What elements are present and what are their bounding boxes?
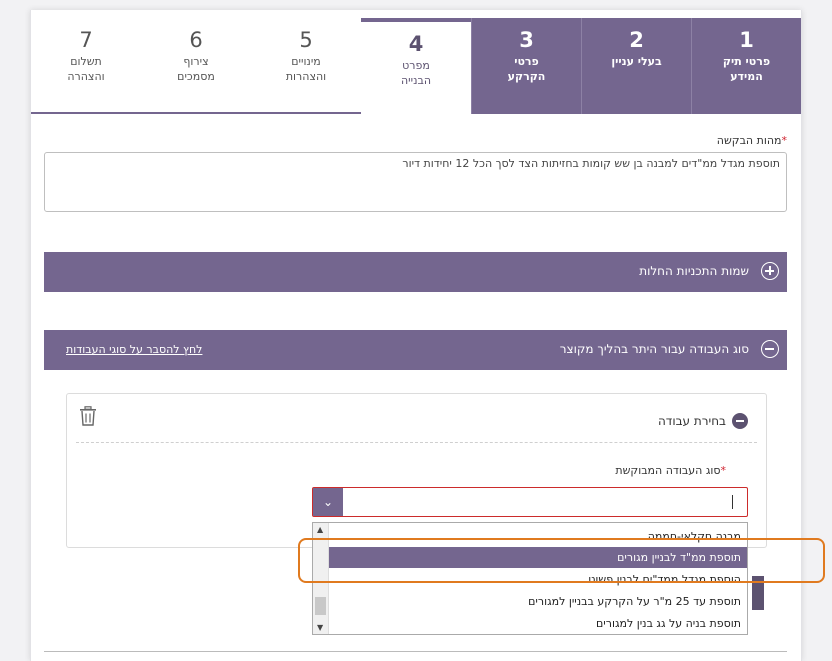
- card-edge: [752, 576, 764, 610]
- scroll-down-icon[interactable]: ▼: [317, 623, 323, 632]
- tab-number: 1: [739, 28, 754, 52]
- plans-section-bar[interactable]: שמות התכניות החלות: [44, 252, 787, 292]
- work-type-section-bar[interactable]: סוג העבודה עבור היתר בהליך מקוצר לחץ להס…: [44, 330, 787, 370]
- tab-number: 5: [299, 28, 313, 52]
- request-label-text: מהות הבקשה: [716, 134, 782, 147]
- tab-documents[interactable]: 6 צירוף מסמכים: [141, 18, 251, 114]
- scroll-up-icon[interactable]: ▲: [317, 525, 323, 534]
- required-mark: *: [720, 464, 727, 477]
- dropdown-option[interactable]: תוספת עד 25 מ"ר על הקרקע בבניין למגורים: [329, 591, 747, 612]
- tab-number: 3: [519, 28, 534, 52]
- plus-circle-icon[interactable]: [761, 262, 779, 280]
- tab-label: פרטי הקרקע: [507, 55, 546, 83]
- tab-building-spec[interactable]: 4 מפרט הבנייה: [361, 18, 471, 114]
- chevron-down-icon[interactable]: ⌄: [313, 488, 343, 516]
- divider: [76, 442, 757, 443]
- dropdown-option-selected[interactable]: תוספת ממ"ד לבניין מגורים: [329, 547, 747, 568]
- wizard-tabs: 7 תשלום והצהרה 6 צירוף מסמכים 5 מינויים …: [31, 18, 801, 114]
- tab-label: מפרט הבנייה: [400, 59, 432, 87]
- request-textarea[interactable]: תוספת מגדל ממ"דים למבנה בן שש קומות בחזי…: [44, 152, 787, 212]
- tab-info-file[interactable]: 1 פרטי תיק המידע: [691, 18, 801, 114]
- tab-label: בעלי עניין: [611, 55, 662, 68]
- scrollbar[interactable]: ▲ ▼: [313, 523, 329, 634]
- tab-label: מינויים והצהרות: [285, 55, 327, 83]
- work-type-select[interactable]: ⌄: [312, 487, 748, 517]
- collapse-icon[interactable]: [732, 413, 748, 429]
- work-type-section-title: סוג העבודה עבור היתר בהליך מקוצר: [559, 342, 749, 356]
- plans-section-title: שמות התכניות החלות: [639, 264, 749, 278]
- tab-number: 4: [408, 32, 424, 56]
- tab-label: פרטי תיק המידע: [722, 55, 771, 83]
- tab-appointments[interactable]: 5 מינויים והצהרות: [251, 18, 361, 114]
- required-mark: *: [781, 134, 788, 147]
- work-types-help-link[interactable]: לחץ להסבר על סוגי העבודות: [66, 343, 202, 356]
- dropdown-option[interactable]: תוספת בניה על גג בנין למגורים: [329, 613, 747, 634]
- work-selection-title: בחירת עבודה: [657, 414, 726, 428]
- tab-payment[interactable]: 7 תשלום והצהרה: [31, 18, 141, 114]
- tab-number: 7: [79, 28, 93, 52]
- request-label: *מהות הבקשה: [717, 134, 787, 147]
- tab-label: תשלום והצהרה: [67, 55, 105, 83]
- dropdown-option[interactable]: מבנה חקלאי-חממה: [329, 526, 747, 547]
- trash-icon[interactable]: [79, 406, 97, 426]
- work-type-label: *סוג העבודה המבוקשת: [615, 464, 726, 477]
- bottom-divider: [44, 651, 787, 652]
- tab-number: 2: [629, 28, 644, 52]
- tab-number: 6: [189, 28, 203, 52]
- work-type-label-text: סוג העבודה המבוקשת: [615, 464, 721, 477]
- minus-circle-icon[interactable]: [761, 340, 779, 358]
- page: 7 תשלום והצהרה 6 צירוף מסמכים 5 מינויים …: [30, 10, 802, 661]
- text-caret: [732, 495, 733, 509]
- tab-label: צירוף מסמכים: [177, 55, 215, 83]
- tab-land-details[interactable]: 3 פרטי הקרקע: [471, 18, 581, 114]
- scrollbar-thumb[interactable]: [315, 597, 326, 615]
- dropdown-option[interactable]: הוספת מגדל ממד"ים לבנין פשוט: [329, 569, 747, 590]
- work-type-dropdown-list[interactable]: ▲ ▼ מבנה חקלאי-חממה תוספת ממ"ד לבניין מג…: [312, 522, 748, 635]
- tab-stakeholders[interactable]: 2 בעלי עניין: [581, 18, 691, 114]
